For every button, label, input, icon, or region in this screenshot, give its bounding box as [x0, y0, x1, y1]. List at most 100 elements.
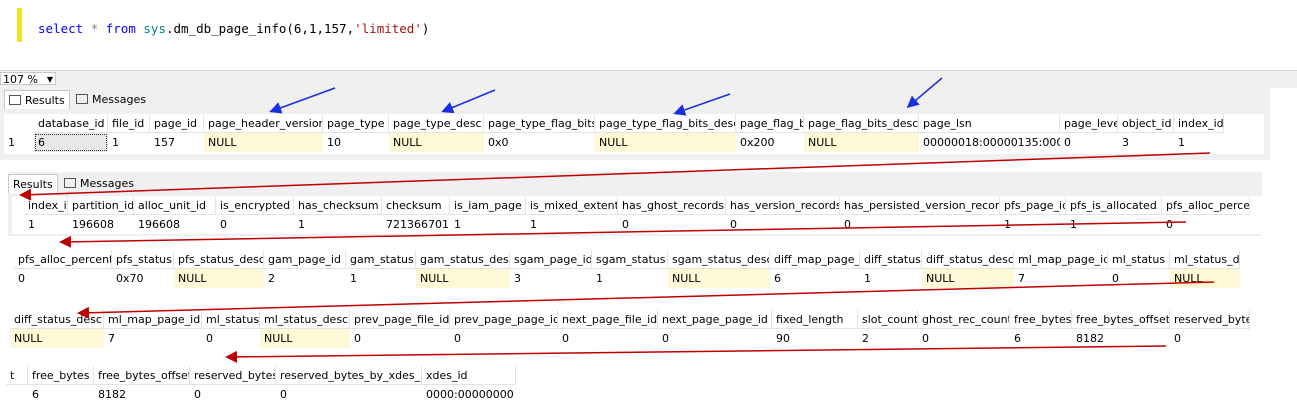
column-header[interactable]: sgam_status: [592, 250, 668, 269]
column-header[interactable]: ml_status_desc: [1170, 250, 1240, 269]
column-header[interactable]: page_flag_bits_desc: [804, 114, 919, 133]
table-cell[interactable]: NULL: [668, 269, 770, 288]
column-header[interactable]: sgam_page_id: [510, 250, 592, 269]
table-cell[interactable]: 0000:00000000: [422, 385, 516, 404]
column-header[interactable]: reserved_bytes: [190, 366, 276, 385]
table-cell[interactable]: 00000018:00000135:0005: [919, 133, 1060, 152]
column-header[interactable]: is_mixed_extent: [526, 196, 618, 215]
column-header[interactable]: has_checksum: [294, 196, 382, 215]
column-header[interactable]: pfs_status_desc: [174, 250, 264, 269]
table-cell[interactable]: 1: [1174, 133, 1224, 152]
table-cell[interactable]: 157: [150, 133, 204, 152]
results-grid-3[interactable]: pfs_alloc_percent pfs_status pfs_status_de…: [10, 250, 1270, 288]
table-cell[interactable]: 0x0: [484, 133, 595, 152]
column-header[interactable]: page_id: [150, 114, 204, 133]
column-header[interactable]: has_ghost_records: [618, 196, 726, 215]
results-grid-1[interactable]: database_id file_id page_id page_header_ver…: [4, 114, 1264, 154]
column-header[interactable]: pfs_alloc_percent: [1162, 196, 1250, 215]
column-header[interactable]: next_page_file_id: [558, 310, 658, 329]
table-cell[interactable]: NULL: [922, 269, 1014, 288]
column-header[interactable]: gam_status_desc: [416, 250, 510, 269]
table-cell[interactable]: 6: [34, 133, 108, 152]
column-header[interactable]: ml_map_page_id: [104, 310, 202, 329]
table-cell[interactable]: 1: [1000, 215, 1066, 234]
table-cell[interactable]: 0: [14, 269, 112, 288]
table-cell[interactable]: NULL: [204, 133, 323, 152]
column-header[interactable]: diff_status_desc: [10, 310, 104, 329]
table-cell[interactable]: 1: [450, 215, 526, 234]
column-header[interactable]: pfs_alloc_percent: [14, 250, 112, 269]
table-cell[interactable]: NULL: [804, 133, 919, 152]
table-cell[interactable]: 8182: [1072, 329, 1170, 348]
table-cell[interactable]: 1: [346, 269, 416, 288]
results-grid-4[interactable]: diff_status_desc ml_map_page_id ml_status m…: [10, 310, 1250, 348]
column-header[interactable]: ml_status_desc: [260, 310, 350, 329]
table-cell[interactable]: NULL: [1170, 269, 1240, 288]
column-header[interactable]: gam_status: [346, 250, 416, 269]
column-header[interactable]: reserved_bytes: [1170, 310, 1250, 329]
column-header[interactable]: diff_status: [860, 250, 922, 269]
table-cell[interactable]: 0: [202, 329, 260, 348]
column-header[interactable]: free_bytes_offset: [1072, 310, 1170, 329]
column-header[interactable]: prev_page_file_id: [350, 310, 450, 329]
table-cell[interactable]: 6: [770, 269, 860, 288]
table-cell[interactable]: 0: [190, 385, 276, 404]
table-cell[interactable]: 7: [1014, 269, 1108, 288]
zoom-select[interactable]: 107 % ▼: [0, 72, 56, 86]
sql-query-text[interactable]: select * from sys.dm_db_page_info(6,1,15…: [38, 21, 429, 36]
tab-results-2[interactable]: Results: [8, 174, 58, 193]
column-header[interactable]: ml_map_page_id: [1014, 250, 1108, 269]
query-editor[interactable]: select * from sys.dm_db_page_info(6,1,15…: [0, 0, 1297, 70]
column-header[interactable]: page_level: [1060, 114, 1118, 133]
table-cell[interactable]: 0: [1170, 329, 1250, 348]
table-cell[interactable]: 1: [860, 269, 922, 288]
table-cell[interactable]: 0: [350, 329, 450, 348]
column-header[interactable]: pfs_status: [112, 250, 174, 269]
table-cell[interactable]: 0x70: [112, 269, 174, 288]
column-header[interactable]: diff_status_desc: [922, 250, 1014, 269]
column-header[interactable]: fixed_length: [772, 310, 858, 329]
column-header[interactable]: free_bytes_offset: [94, 366, 190, 385]
column-header[interactable]: page_type_flag_bits_desc: [595, 114, 736, 133]
column-header[interactable]: diff_map_page_id: [770, 250, 860, 269]
column-header[interactable]: sgam_status_desc: [668, 250, 770, 269]
column-header[interactable]: file_id: [108, 114, 150, 133]
column-header[interactable]: alloc_unit_id: [134, 196, 216, 215]
table-cell[interactable]: 196608: [134, 215, 216, 234]
table-cell[interactable]: 0: [216, 215, 294, 234]
column-header[interactable]: checksum: [382, 196, 450, 215]
table-cell[interactable]: 0: [726, 215, 840, 234]
column-header[interactable]: page_lsn: [919, 114, 1060, 133]
column-header[interactable]: pfs_is_allocated: [1066, 196, 1162, 215]
table-cell[interactable]: 6: [1010, 329, 1072, 348]
column-header[interactable]: is_iam_page: [450, 196, 526, 215]
column-header[interactable]: has_persisted_version_records: [840, 196, 1000, 215]
column-header[interactable]: ghost_rec_count: [918, 310, 1010, 329]
table-cell[interactable]: 0x200: [736, 133, 804, 152]
column-header[interactable]: index_id: [24, 196, 68, 215]
table-cell[interactable]: 6: [28, 385, 94, 404]
table-cell[interactable]: 0: [1162, 215, 1250, 234]
table-cell[interactable]: 0: [918, 329, 1010, 348]
column-header[interactable]: index_id: [1174, 114, 1224, 133]
column-header[interactable]: prev_page_page_id: [450, 310, 558, 329]
table-cell[interactable]: 1: [592, 269, 668, 288]
column-header[interactable]: slot_count: [858, 310, 918, 329]
table-cell[interactable]: 0: [276, 385, 422, 404]
table-cell[interactable]: 7: [104, 329, 202, 348]
table-cell[interactable]: NULL: [416, 269, 510, 288]
column-header[interactable]: pfs_page_id: [1000, 196, 1066, 215]
column-header[interactable]: free_bytes: [28, 366, 94, 385]
table-cell[interactable]: 3: [1118, 133, 1174, 152]
table-cell[interactable]: 0: [1060, 133, 1118, 152]
table-cell[interactable]: 2: [264, 269, 346, 288]
table-cell[interactable]: 721366701: [382, 215, 450, 234]
table-cell[interactable]: 0: [618, 215, 726, 234]
table-cell[interactable]: 0: [1108, 269, 1170, 288]
tab-messages-2[interactable]: Messages: [60, 174, 138, 193]
column-header[interactable]: next_page_page_id: [658, 310, 772, 329]
column-header[interactable]: free_bytes: [1010, 310, 1072, 329]
table-cell[interactable]: NULL: [10, 329, 104, 348]
column-header[interactable]: ml_status: [202, 310, 260, 329]
table-cell[interactable]: 3: [510, 269, 592, 288]
